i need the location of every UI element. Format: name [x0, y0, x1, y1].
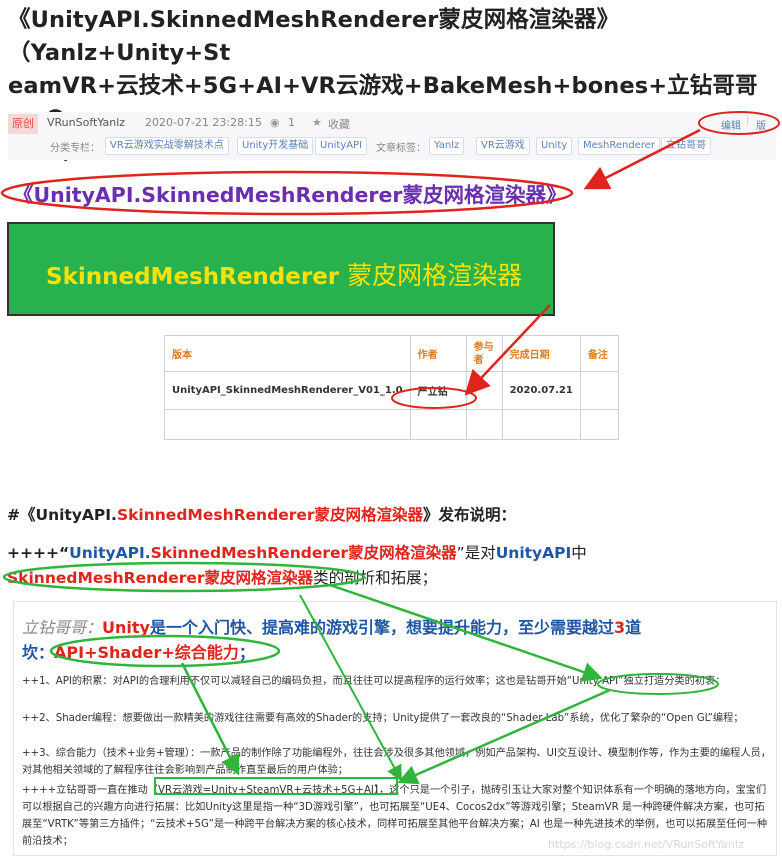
table-cell — [164, 409, 411, 440]
table-row: UnityAPI_SkinnedMeshRenderer_V01_1.0 严立钻… — [164, 371, 619, 410]
release-red: SkinnedMeshRenderer蒙皮网格渲染器 — [116, 506, 424, 524]
desc-red-2: SkinnedMeshRenderer蒙皮网格渲染器 — [7, 569, 314, 587]
description-line-1: ++++“UnityAPI.SkinnedMeshRenderer蒙皮网格渲染器… — [7, 541, 587, 563]
quote-author: 立钻哥哥： — [22, 618, 103, 637]
table-header: 作者 — [409, 335, 467, 372]
watermark: https://blog.csdn.net/VRunSoftYanlz — [548, 838, 744, 851]
quote-red: Unity — [102, 618, 150, 637]
category-label: 分类专栏： — [50, 143, 100, 154]
edit-link[interactable]: 编辑 — [721, 117, 741, 132]
quote-paragraph-1: ++1、API的积累：对API的合理利用不仅可以减轻自己的编码负担，而且往往可以… — [22, 676, 726, 687]
table-cell: 严立钻 — [409, 371, 467, 410]
author-link[interactable]: VRunSoftYanlz — [47, 116, 125, 129]
tags-label: 文章标签： — [376, 143, 426, 154]
banner-text: SkinnedMeshRenderer 蒙皮网格渲染器 — [46, 256, 522, 292]
table-cell: 2020.07.21 — [501, 371, 581, 410]
eye-icon: ◉ — [270, 116, 280, 129]
banner-cjk: 蒙皮网格渲染器 — [347, 261, 523, 290]
quote-kan: 坎： — [22, 643, 55, 662]
release-heading: #《UnityAPI.SkinnedMeshRenderer蒙皮网格渲染器》发布… — [7, 503, 516, 525]
table-header: 备注 — [579, 335, 619, 372]
edit-link-2[interactable]: 版 — [756, 117, 766, 132]
category-tag[interactable]: Unity开发基础 — [237, 137, 314, 155]
article-tag[interactable]: 立钻哥哥 — [661, 137, 711, 155]
quote-end: 道 — [625, 618, 642, 637]
table-cell — [579, 409, 619, 440]
favorite-button[interactable]: 收藏 — [328, 116, 350, 132]
table-header-row: 版本 作者 参与者 完成日期 备注 — [164, 335, 619, 372]
desc-blue: UnityAPI. — [69, 544, 151, 562]
original-badge: 原创 — [8, 114, 38, 134]
desc-mid: ”是对 — [456, 544, 496, 562]
article-meta-bar: 原创 VRunSoftYanlz 2020-07-21 23:28:15 ◉ 1… — [8, 112, 776, 160]
banner-latin: SkinnedMeshRenderer — [46, 264, 348, 290]
table-header: 完成日期 — [501, 335, 581, 372]
table-header: 参与者 — [465, 335, 503, 372]
table-header: 版本 — [164, 335, 411, 372]
article-tag[interactable]: Yanlz — [429, 137, 465, 155]
quote-paragraph-2: ++2、Shader编程：想要做出一款精美的游戏往往需要有高效的Shader的支… — [22, 713, 744, 724]
article-tag[interactable]: VR云游戏 — [476, 137, 530, 155]
view-count: 1 — [288, 116, 295, 129]
description-line-2: SkinnedMeshRenderer蒙皮网格渲染器类的剖析和拓展； — [7, 566, 437, 588]
api-headline: 《UnityAPI.SkinnedMeshRenderer蒙皮网格渲染器》 — [13, 183, 567, 207]
table-cell — [465, 371, 503, 410]
version-table: 版本 作者 参与者 完成日期 备注 UnityAPI_SkinnedMeshRe… — [164, 335, 619, 440]
desc-end-2: 类的剖析和拓展； — [313, 569, 438, 587]
quote-three: API+Shader+综合能力 — [54, 643, 239, 662]
table-cell — [501, 409, 581, 440]
table-cell: UnityAPI_SkinnedMeshRenderer_V01_1.0 — [164, 371, 411, 410]
edit-separator: | — [746, 115, 750, 126]
article-tag[interactable]: Unity — [536, 137, 573, 155]
title-line-1: 《UnityAPI.SkinnedMeshRenderer蒙皮网格渲染器》（Ya… — [8, 7, 620, 66]
release-prefix: #《UnityAPI. — [7, 506, 117, 524]
quote-paragraph-3: ++3、综合能力（技术+业务+管理）：一款产品的制作除了功能编程外，往往会涉及很… — [22, 748, 771, 776]
publish-date: 2020-07-21 23:28:15 — [145, 116, 262, 129]
table-cell — [579, 371, 619, 410]
table-cell — [465, 409, 503, 440]
quote-heading-1: 立钻哥哥：Unity是一个入门快、提高难的游戏引擎，想要提升能力，至少需要越过3… — [22, 614, 641, 638]
desc-end: 中 — [571, 544, 587, 562]
star-icon[interactable]: ★ — [312, 116, 322, 129]
quote-semicolon: ； — [238, 643, 255, 662]
desc-red: SkinnedMeshRenderer蒙皮网格渲染器 — [150, 544, 457, 562]
category-tag[interactable]: VR云游戏实战零解技术点 — [105, 137, 229, 155]
category-tag[interactable]: UnityAPI — [315, 137, 368, 155]
desc-blue-2: UnityAPI — [495, 544, 572, 562]
quote-num: 3 — [613, 618, 626, 637]
table-row — [164, 409, 619, 440]
article-tag[interactable]: MeshRenderer — [578, 137, 660, 155]
table-cell — [409, 409, 467, 440]
quote-heading-2: 坎：API+Shader+综合能力； — [22, 639, 255, 663]
quote-blue: 是一个入门快、提高难的游戏引擎，想要提升能力，至少需要越过 — [149, 618, 614, 637]
desc-prefix: ++++“ — [7, 544, 70, 562]
release-suffix: 》发布说明： — [423, 506, 517, 524]
